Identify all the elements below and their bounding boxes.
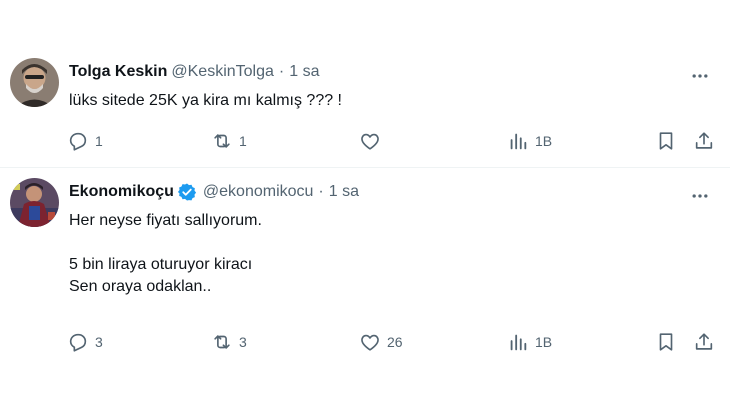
tweet-text: Her neyse fiyatı sallıyorum. 5 bin liray… bbox=[69, 212, 262, 295]
bookmark-icon bbox=[659, 333, 673, 351]
tweet-actions: 1 1 1B bbox=[67, 130, 727, 154]
more-icon[interactable] bbox=[690, 66, 710, 86]
like-count: 26 bbox=[387, 334, 403, 350]
like-button[interactable]: 26 bbox=[359, 331, 403, 353]
reply-icon bbox=[69, 333, 87, 352]
author-name[interactable]: Ekonomikoçu bbox=[69, 182, 174, 202]
retweet-count: 3 bbox=[239, 334, 247, 350]
more-icon[interactable] bbox=[690, 186, 710, 206]
author-handle[interactable]: @ekonomikocu bbox=[203, 182, 314, 202]
avatar[interactable] bbox=[10, 178, 59, 227]
like-icon bbox=[361, 133, 379, 150]
retweet-icon bbox=[214, 335, 230, 349]
separator-dot: · bbox=[318, 183, 324, 200]
tweet-header: Ekonomikoçu @ekonomikocu · 1 sa bbox=[69, 182, 359, 202]
avatar-image bbox=[10, 178, 59, 227]
retweet-count: 1 bbox=[239, 133, 247, 149]
tweet-tolga-keskin[interactable]: Tolga Keskin @KeskinTolga · 1 sa lüks si… bbox=[0, 48, 730, 166]
like-icon bbox=[361, 334, 379, 351]
bookmark-button[interactable] bbox=[655, 331, 677, 353]
separator-dot: · bbox=[278, 63, 285, 80]
views-count: 1B bbox=[535, 133, 553, 149]
tweet-ekonomikocu[interactable]: Ekonomikoçu @ekonomikocu · 1 sa Her neys… bbox=[0, 168, 730, 368]
views-icon bbox=[510, 133, 527, 150]
share-icon bbox=[695, 333, 713, 350]
tweet-actions: 3 3 26 1B bbox=[67, 331, 727, 355]
retweet-icon bbox=[214, 134, 230, 148]
reply-button[interactable]: 3 bbox=[67, 331, 103, 353]
bookmark-icon bbox=[659, 132, 673, 150]
tweet-timestamp[interactable]: 1 sa bbox=[289, 62, 319, 82]
bookmark-button[interactable] bbox=[655, 130, 677, 152]
verified-badge-icon bbox=[177, 182, 197, 202]
reply-button[interactable]: 1 bbox=[67, 130, 103, 152]
share-button[interactable] bbox=[693, 331, 715, 353]
tweet-text: lüks sitede 25K ya kira mı kalmış ??? ! bbox=[69, 92, 342, 109]
views-count: 1B bbox=[535, 334, 553, 350]
views-button[interactable]: 1B bbox=[507, 130, 552, 152]
reply-count: 1 bbox=[95, 133, 103, 149]
avatar-image bbox=[10, 58, 59, 107]
views-icon bbox=[510, 334, 527, 351]
tweet-header: Tolga Keskin @KeskinTolga · 1 sa bbox=[69, 62, 319, 82]
avatar[interactable] bbox=[10, 58, 59, 107]
share-icon bbox=[695, 132, 713, 149]
share-button[interactable] bbox=[693, 130, 715, 152]
author-handle[interactable]: @KeskinTolga bbox=[171, 62, 274, 82]
retweet-button[interactable]: 1 bbox=[211, 130, 247, 152]
reply-icon bbox=[69, 132, 87, 151]
views-button[interactable]: 1B bbox=[507, 331, 552, 353]
author-name[interactable]: Tolga Keskin bbox=[69, 62, 167, 82]
tweet-timestamp[interactable]: 1 sa bbox=[329, 182, 359, 202]
retweet-button[interactable]: 3 bbox=[211, 331, 247, 353]
like-button[interactable] bbox=[359, 130, 387, 152]
reply-count: 3 bbox=[95, 334, 103, 350]
